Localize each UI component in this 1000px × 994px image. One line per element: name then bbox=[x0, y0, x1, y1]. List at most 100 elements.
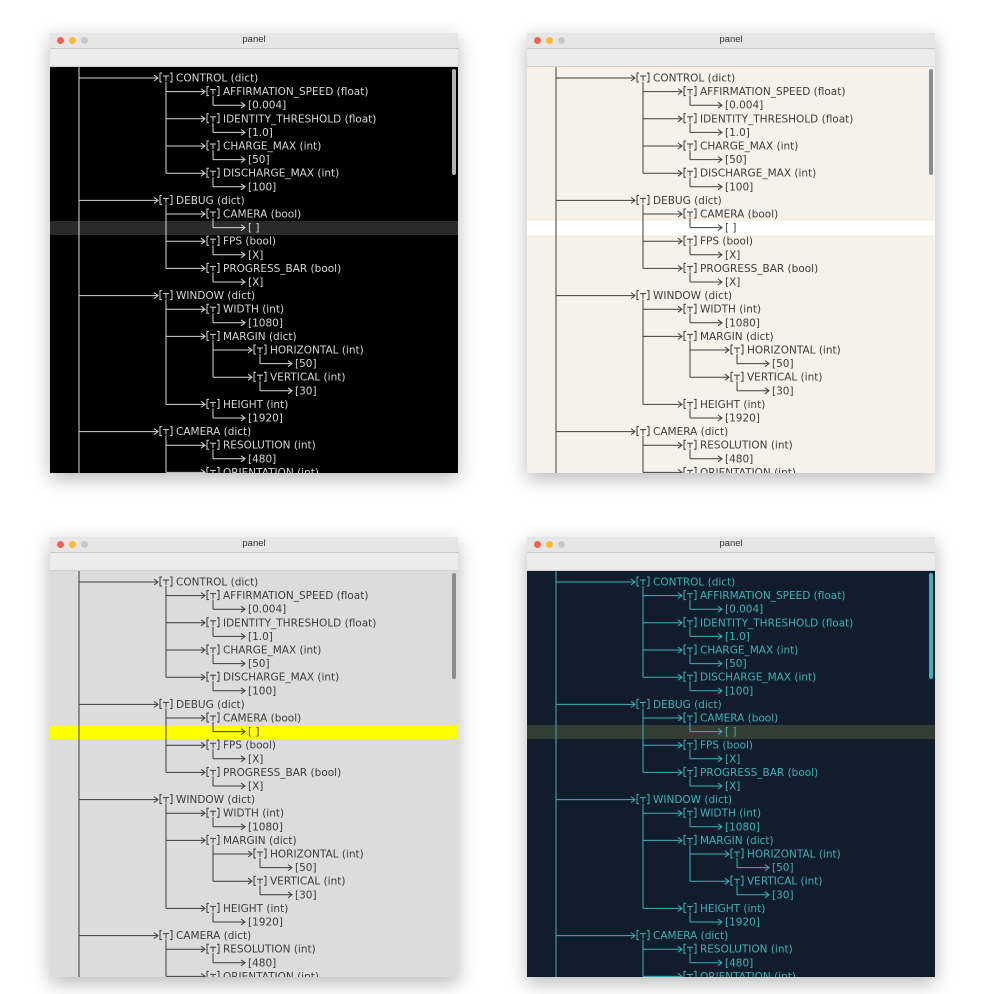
value-charge_max[interactable]: [50] bbox=[248, 658, 270, 670]
tree-leaf-fps[interactable]: FPS (bool) bbox=[700, 236, 753, 248]
value-fps[interactable]: [X] bbox=[248, 753, 263, 765]
collapse-icon[interactable] bbox=[206, 902, 220, 913]
tree-leaf-resolution[interactable]: RESOLUTION (int) bbox=[700, 440, 793, 452]
value-height[interactable]: [1920] bbox=[248, 413, 283, 425]
collapse-icon[interactable] bbox=[683, 398, 697, 409]
tree-leaf-vertical[interactable]: VERTICAL (int) bbox=[747, 372, 822, 384]
collapse-icon[interactable] bbox=[206, 766, 220, 777]
value-affirmation_speed[interactable]: [0.004] bbox=[248, 100, 286, 112]
tree-node-margin[interactable]: MARGIN (dict) bbox=[700, 331, 774, 343]
tree-node-margin[interactable]: MARGIN (dict) bbox=[223, 835, 297, 847]
collapse-icon[interactable] bbox=[683, 86, 697, 97]
tree-leaf-camera[interactable]: CAMERA (bool) bbox=[700, 209, 778, 221]
collapse-icon[interactable] bbox=[636, 426, 650, 437]
tree-leaf-discharge_max[interactable]: DISCHARGE_MAX (int) bbox=[223, 672, 339, 684]
value-resolution[interactable]: [480] bbox=[725, 957, 753, 969]
value-progress_bar[interactable]: [X] bbox=[725, 781, 740, 793]
tree-leaf-width[interactable]: WIDTH (int) bbox=[223, 808, 284, 820]
tree-leaf-height[interactable]: HEIGHT (int) bbox=[223, 903, 288, 915]
value-discharge_max[interactable]: [100] bbox=[248, 181, 276, 193]
tree-leaf-orientation[interactable]: ORIENTATION (int) bbox=[700, 971, 796, 977]
collapse-icon[interactable] bbox=[206, 739, 220, 750]
tree-leaf-horizontal[interactable]: HORIZONTAL (int) bbox=[747, 849, 841, 861]
tree-leaf-discharge_max[interactable]: DISCHARGE_MAX (int) bbox=[223, 168, 339, 180]
collapse-icon[interactable] bbox=[683, 590, 697, 601]
collapse-icon[interactable] bbox=[636, 930, 650, 941]
tree-leaf-resolution[interactable]: RESOLUTION (int) bbox=[700, 944, 793, 956]
value-camera[interactable]: [ ] bbox=[248, 222, 260, 234]
tree-leaf-orientation[interactable]: ORIENTATION (int) bbox=[223, 467, 319, 473]
value-identity_threshold[interactable]: [1.0] bbox=[248, 631, 273, 643]
collapse-icon[interactable] bbox=[683, 739, 697, 750]
tree-leaf-horizontal[interactable]: HORIZONTAL (int) bbox=[747, 345, 841, 357]
value-height[interactable]: [1920] bbox=[248, 917, 283, 929]
tree-leaf-progress_bar[interactable]: PROGRESS_BAR (bool) bbox=[700, 767, 818, 779]
vertical-scrollbar[interactable] bbox=[452, 573, 456, 679]
collapse-icon[interactable] bbox=[636, 794, 650, 805]
tree-leaf-affirmation_speed[interactable]: AFFIRMATION_SPEED (float) bbox=[223, 86, 368, 98]
tree-leaf-affirmation_speed[interactable]: AFFIRMATION_SPEED (float) bbox=[700, 590, 845, 602]
collapse-icon[interactable] bbox=[636, 576, 650, 587]
value-vertical[interactable]: [30] bbox=[295, 385, 317, 397]
value-resolution[interactable]: [480] bbox=[248, 957, 276, 969]
collapse-icon[interactable] bbox=[206, 617, 220, 628]
collapse-icon[interactable] bbox=[683, 439, 697, 450]
value-vertical[interactable]: [30] bbox=[772, 889, 794, 901]
tree-leaf-vertical[interactable]: VERTICAL (int) bbox=[747, 876, 822, 888]
tree-leaf-identity_threshold[interactable]: IDENTITY_THRESHOLD (float) bbox=[223, 617, 376, 629]
tree-node-debug[interactable]: DEBUG (dict) bbox=[653, 195, 722, 207]
collapse-icon[interactable] bbox=[206, 303, 220, 314]
tree-leaf-fps[interactable]: FPS (bool) bbox=[223, 236, 276, 248]
value-affirmation_speed[interactable]: [0.004] bbox=[725, 100, 763, 112]
collapse-icon[interactable] bbox=[683, 113, 697, 124]
collapse-icon[interactable] bbox=[253, 371, 267, 382]
vertical-scrollbar[interactable] bbox=[452, 69, 456, 175]
collapse-icon[interactable] bbox=[253, 344, 267, 355]
collapse-icon[interactable] bbox=[730, 848, 744, 859]
collapse-icon[interactable] bbox=[206, 330, 220, 341]
tree-node-debug[interactable]: DEBUG (dict) bbox=[176, 699, 245, 711]
collapse-icon[interactable] bbox=[683, 644, 697, 655]
value-identity_threshold[interactable]: [1.0] bbox=[725, 631, 750, 643]
collapse-icon[interactable] bbox=[636, 194, 650, 205]
vertical-scrollbar[interactable] bbox=[929, 69, 933, 175]
tree-leaf-identity_threshold[interactable]: IDENTITY_THRESHOLD (float) bbox=[700, 617, 853, 629]
tree-leaf-vertical[interactable]: VERTICAL (int) bbox=[270, 372, 345, 384]
tree-node-window[interactable]: WINDOW (dict) bbox=[176, 290, 255, 302]
tree-view[interactable]: CONTROL (dict) AFFIRMATION_SPEED (float) [… bbox=[50, 571, 458, 977]
collapse-icon[interactable] bbox=[206, 671, 220, 682]
tree-leaf-height[interactable]: HEIGHT (int) bbox=[700, 903, 765, 915]
collapse-icon[interactable] bbox=[683, 303, 697, 314]
collapse-icon[interactable] bbox=[683, 617, 697, 628]
value-height[interactable]: [1920] bbox=[725, 413, 760, 425]
tree-node-control[interactable]: CONTROL (dict) bbox=[176, 73, 258, 85]
collapse-icon[interactable] bbox=[206, 167, 220, 178]
value-height[interactable]: [1920] bbox=[725, 917, 760, 929]
collapse-icon[interactable] bbox=[636, 72, 650, 83]
tree-node-window[interactable]: WINDOW (dict) bbox=[176, 794, 255, 806]
tree-node-control[interactable]: CONTROL (dict) bbox=[653, 73, 735, 85]
tree-leaf-height[interactable]: HEIGHT (int) bbox=[700, 399, 765, 411]
collapse-icon[interactable] bbox=[206, 262, 220, 273]
collapse-icon[interactable] bbox=[206, 644, 220, 655]
collapse-icon[interactable] bbox=[683, 970, 697, 977]
value-progress_bar[interactable]: [X] bbox=[248, 781, 263, 793]
tree-node-camera[interactable]: CAMERA (dict) bbox=[653, 930, 728, 942]
collapse-icon[interactable] bbox=[730, 344, 744, 355]
value-width[interactable]: [1080] bbox=[725, 317, 760, 329]
collapse-icon[interactable] bbox=[206, 86, 220, 97]
value-discharge_max[interactable]: [100] bbox=[725, 685, 753, 697]
tree-view[interactable]: CONTROL (dict) AFFIRMATION_SPEED (float) [… bbox=[527, 571, 935, 977]
collapse-icon[interactable] bbox=[636, 698, 650, 709]
collapse-icon[interactable] bbox=[159, 576, 173, 587]
tree-leaf-progress_bar[interactable]: PROGRESS_BAR (bool) bbox=[223, 263, 341, 275]
tree-leaf-camera[interactable]: CAMERA (bool) bbox=[223, 209, 301, 221]
value-camera[interactable]: [ ] bbox=[725, 222, 737, 234]
tree-node-window[interactable]: WINDOW (dict) bbox=[653, 290, 732, 302]
collapse-icon[interactable] bbox=[683, 766, 697, 777]
value-progress_bar[interactable]: [X] bbox=[725, 277, 740, 289]
tree-leaf-fps[interactable]: FPS (bool) bbox=[700, 740, 753, 752]
collapse-icon[interactable] bbox=[683, 834, 697, 845]
value-identity_threshold[interactable]: [1.0] bbox=[248, 127, 273, 139]
collapse-icon[interactable] bbox=[159, 290, 173, 301]
